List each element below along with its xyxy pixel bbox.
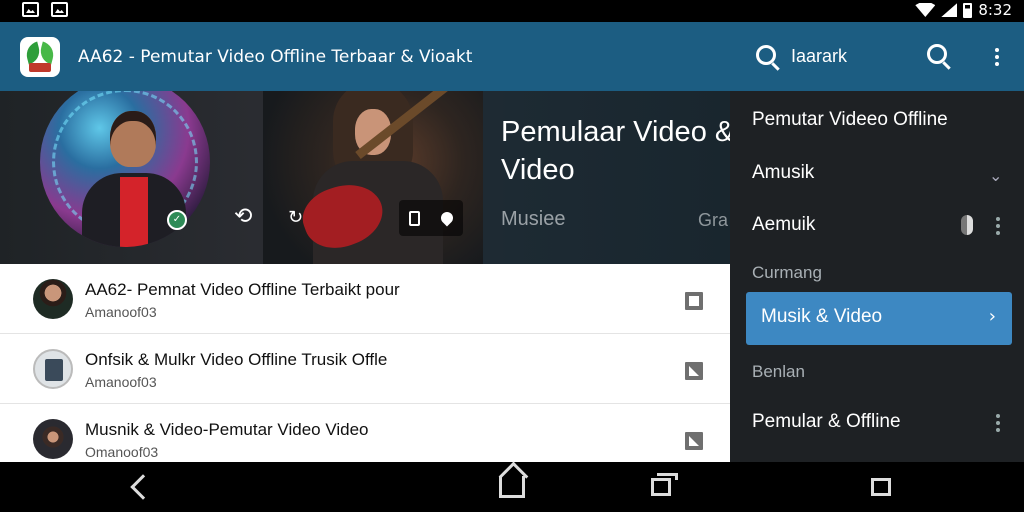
search-icon[interactable]: [927, 44, 947, 64]
image-icon[interactable]: [685, 432, 703, 450]
link-icon[interactable]: ⟲: [234, 204, 252, 229]
drawer-item-musik-video[interactable]: Musik & Video ›: [746, 292, 1012, 345]
list-item[interactable]: AA62- Pemnat Video Offline Terbaikt pour…: [0, 264, 730, 334]
clock: 8:32: [978, 1, 1012, 19]
list-item[interactable]: Onfsik & Mulkr Video Offline Trusik Offl…: [0, 334, 730, 404]
signal-icon: [941, 3, 958, 17]
drawer-section-label: Curmang: [752, 263, 822, 282]
drawer-item-pemutar[interactable]: Pemutar Videeo Offline: [752, 109, 948, 131]
hero-banner: ✓ ⟲ ↻ Pemulaar Video & Video Musiee Gra: [0, 91, 730, 264]
overview-icon[interactable]: [871, 478, 891, 496]
avatar: [33, 279, 73, 319]
tab-other[interactable]: Gra: [698, 210, 728, 231]
drawer-section-label: Benlan: [752, 362, 805, 381]
search-icon[interactable]: [756, 45, 776, 65]
image-icon[interactable]: [685, 362, 703, 380]
list-item-subtitle: Amanoof03: [85, 374, 157, 390]
tab-music[interactable]: Musiee: [501, 208, 565, 231]
chevron-right-icon: ›: [988, 306, 996, 327]
image-notification-icon: [51, 2, 68, 17]
more-options-icon[interactable]: [996, 421, 1000, 425]
list-item-title: AA62- Pemnat Video Offline Terbaikt pour: [85, 280, 400, 299]
device-thumbnail: [33, 349, 73, 389]
square-icon[interactable]: [685, 292, 703, 310]
battery-icon: [963, 2, 973, 18]
list-item-title: Musnik & Video-Pemutar Video Video: [85, 420, 369, 439]
status-bar: 8:32: [0, 0, 1024, 22]
drawer-item-aemuik[interactable]: Aemuik: [752, 214, 815, 236]
refresh-icon[interactable]: ↻: [288, 207, 303, 228]
system-icons: 8:32: [915, 1, 1012, 19]
hero-title: Pemulaar Video & Video: [501, 116, 730, 186]
image-notification-icon: [22, 2, 39, 17]
verified-badge-icon: ✓: [167, 210, 187, 230]
drawer-item-pemular-offline[interactable]: Pemular & Offline: [752, 411, 901, 433]
list-item-subtitle: Amanoof03: [85, 304, 157, 320]
system-nav-bar: [0, 462, 1024, 512]
home-icon[interactable]: [499, 476, 525, 498]
notification-icons: [22, 2, 68, 17]
hero-action-chip[interactable]: [399, 200, 463, 236]
location-pin-icon[interactable]: [438, 209, 456, 227]
chevron-down-icon[interactable]: ⌄: [989, 166, 1002, 185]
navigation-drawer: Iaarark Pemutar Videeo Offline Amusik ⌄ …: [730, 22, 1024, 462]
recent-apps-icon[interactable]: [651, 473, 678, 496]
back-icon[interactable]: [130, 474, 156, 500]
guitarist-thumbnail[interactable]: [263, 91, 483, 264]
app-title: AA62 - Pemutar Video Offline Terbaar & V…: [78, 46, 473, 67]
avatar: [33, 419, 73, 459]
toggle-icon[interactable]: [961, 215, 973, 235]
search-input[interactable]: Iaarark: [791, 46, 847, 67]
drawer-header: Iaarark: [730, 22, 1024, 91]
drawer-item-label: Musik & Video: [761, 306, 883, 327]
more-options-icon[interactable]: [996, 224, 1000, 228]
more-options-icon[interactable]: [995, 55, 999, 59]
app-logo-icon[interactable]: [20, 36, 60, 77]
list-item-subtitle: Omanoof03: [85, 444, 159, 460]
document-icon[interactable]: [409, 210, 421, 226]
video-list: AA62- Pemnat Video Offline Terbaikt pour…: [0, 264, 730, 474]
wifi-icon: [915, 3, 936, 17]
app-bar: AA62 - Pemutar Video Offline Terbaar & V…: [0, 22, 730, 91]
drawer-item-amusik[interactable]: Amusik: [752, 162, 814, 184]
list-item-title: Onfsik & Mulkr Video Offline Trusik Offl…: [85, 350, 388, 369]
